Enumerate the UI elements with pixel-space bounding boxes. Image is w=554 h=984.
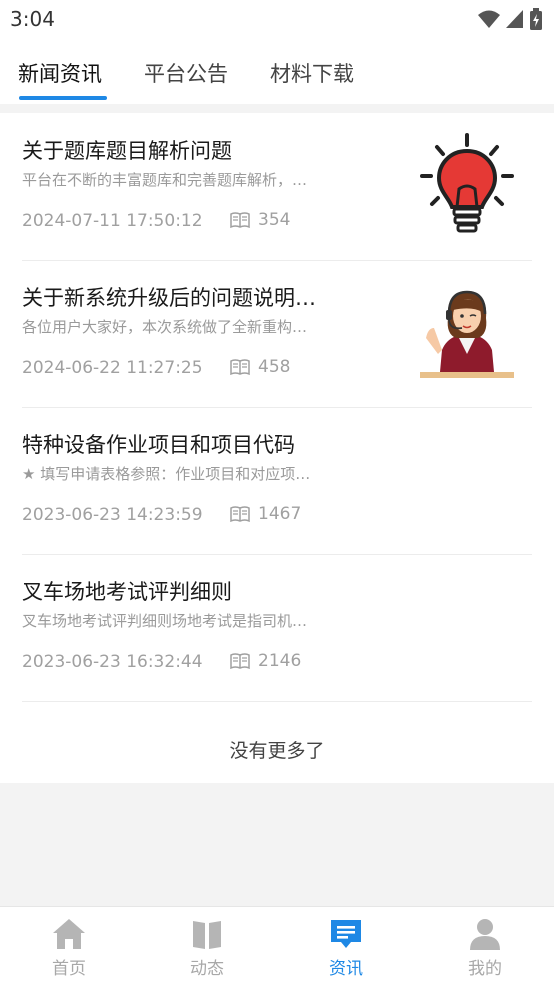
nav-dynamics[interactable]: 动态 (138, 907, 276, 984)
top-tabs: 新闻资讯 平台公告 材料下载 (0, 50, 554, 104)
news-views: 354 (230, 210, 290, 230)
view-count: 354 (258, 210, 291, 230)
battery-icon (530, 8, 542, 30)
news-item[interactable]: 关于题库题目解析问题 平台在不断的丰富题库和完善题库解析，… 2024-07-1… (22, 113, 532, 261)
news-list: 关于题库题目解析问题 平台在不断的丰富题库和完善题库解析，… 2024-07-1… (0, 113, 554, 783)
news-views: 1467 (230, 504, 301, 524)
status-time: 3:04 (10, 7, 55, 31)
home-icon (53, 919, 85, 949)
news-summary: 叉车场地考试评判细则场地考试是指司机… (22, 612, 308, 630)
user-icon (470, 919, 500, 950)
news-date: 2023-06-23 14:23:59 (22, 505, 203, 525)
news-item[interactable]: 特种设备作业项目和项目代码 ★ 填写申请表格参照：作业项目和对应项… 2023-… (22, 407, 532, 555)
section-divider (0, 104, 554, 113)
open-book-icon (230, 212, 250, 228)
open-book-icon (230, 359, 250, 375)
tab-downloads[interactable]: 材料下载 (270, 58, 354, 88)
nav-label: 首页 (52, 959, 86, 979)
view-count: 458 (258, 357, 291, 377)
customer-service-illustration (420, 290, 514, 378)
open-book-icon (230, 653, 250, 669)
wifi-icon (478, 10, 500, 28)
nav-home[interactable]: 首页 (0, 907, 138, 984)
nav-label: 动态 (190, 959, 224, 979)
news-summary: 平台在不断的丰富题库和完善题库解析，… (22, 171, 308, 189)
open-book-icon (230, 506, 250, 522)
no-more-text: 没有更多了 (229, 740, 325, 762)
news-title: 关于题库题目解析问题 (22, 139, 232, 163)
news-views: 458 (230, 357, 290, 377)
nav-news[interactable]: 资讯 (277, 907, 415, 984)
news-date: 2024-07-11 17:50:12 (22, 211, 203, 231)
signal-icon (506, 10, 523, 28)
nav-label: 资讯 (329, 959, 363, 979)
nav-mine[interactable]: 我的 (416, 907, 554, 984)
news-date: 2023-06-23 16:32:44 (22, 652, 203, 672)
news-item[interactable]: 关于新系统升级后的问题说明… 各位用户大家好，本次系统做了全新重构… 2024-… (22, 260, 532, 408)
status-bar: 3:04 (0, 0, 554, 38)
nav-label: 我的 (468, 959, 502, 979)
empty-area (0, 783, 554, 906)
news-title: 叉车场地考试评判细则 (22, 580, 232, 604)
book-icon (193, 921, 221, 949)
lightbulb-illustration (420, 133, 514, 233)
bottom-nav: 首页 动态 资讯 我的 (0, 906, 554, 984)
news-title: 特种设备作业项目和项目代码 (22, 433, 295, 457)
news-summary: ★ 填写申请表格参照：作业项目和对应项… (22, 465, 311, 483)
view-count: 1467 (258, 504, 302, 524)
view-count: 2146 (258, 651, 302, 671)
news-title: 关于新系统升级后的问题说明… (22, 286, 316, 310)
status-icons (478, 8, 542, 30)
tab-active-indicator (19, 96, 107, 100)
news-summary: 各位用户大家好，本次系统做了全新重构… (22, 318, 308, 336)
message-icon (331, 920, 361, 948)
tab-announcements[interactable]: 平台公告 (144, 58, 228, 88)
news-item[interactable]: 叉车场地考试评判细则 叉车场地考试评判细则场地考试是指司机… 2023-06-2… (22, 554, 532, 702)
news-views: 2146 (230, 651, 301, 671)
tab-news[interactable]: 新闻资讯 (18, 58, 102, 88)
news-date: 2024-06-22 11:27:25 (22, 358, 203, 378)
